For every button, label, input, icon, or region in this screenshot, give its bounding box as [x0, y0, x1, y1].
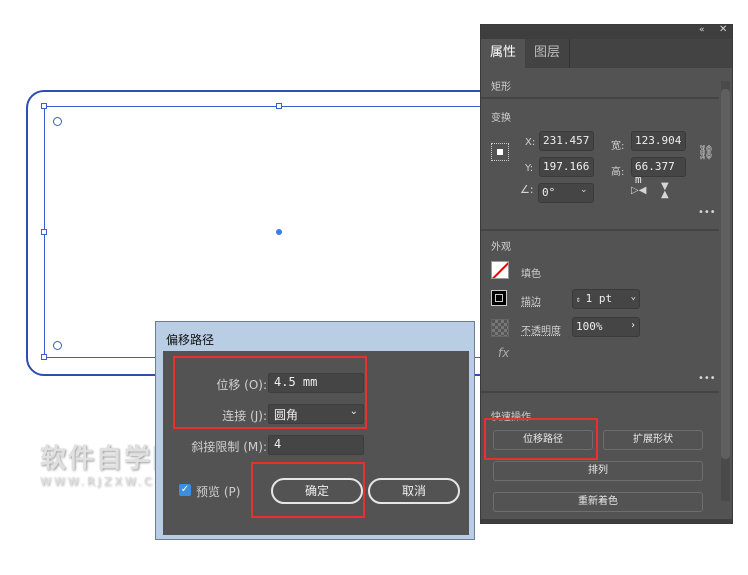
fill-label: 填色 [521, 269, 541, 280]
panel-header: « ✕ [481, 24, 732, 39]
appearance-title: 外观 [491, 242, 511, 253]
corner-widget-icon[interactable] [53, 117, 62, 126]
flip-horizontal-icon[interactable]: ▷◀ [631, 185, 646, 196]
highlight-box [173, 356, 367, 429]
y-label: Y: [525, 163, 534, 174]
highlight-box [484, 418, 598, 460]
opacity-icon [491, 319, 509, 337]
arrange-button[interactable]: 排列 [493, 461, 703, 481]
cancel-button[interactable]: 取消 [368, 478, 460, 504]
chevron-down-icon[interactable]: ⌄ [631, 292, 636, 302]
chevron-right-icon: › [629, 320, 636, 331]
resize-grip[interactable] [481, 519, 732, 523]
handle-top-middle[interactable] [276, 103, 282, 109]
expand-shape-button[interactable]: 扩展形状 [603, 430, 703, 450]
fill-swatch-none[interactable] [491, 261, 509, 279]
collapse-icon[interactable]: « [699, 25, 705, 35]
stroke-swatch[interactable] [491, 290, 507, 306]
more-options-icon[interactable]: ••• [698, 207, 716, 218]
object-type: 矩形 [491, 82, 511, 93]
width-field[interactable]: 123.904 [631, 131, 686, 151]
scrollbar[interactable] [721, 81, 730, 501]
close-icon[interactable]: ✕ [719, 24, 727, 35]
preview-checkbox[interactable]: ✓ [179, 484, 191, 496]
opacity-label[interactable]: 不透明度 [521, 322, 561, 337]
angle-icon: ∠: [520, 183, 534, 196]
stroke-weight-field[interactable]: ⇕ 1 pt ⌄ [572, 289, 640, 309]
x-field[interactable]: 231.457 [539, 131, 594, 151]
link-icon[interactable]: ⛓ [697, 145, 715, 161]
stroke-label[interactable]: 描边 [521, 293, 541, 308]
recolor-button[interactable]: 重新着色 [493, 492, 703, 512]
height-field[interactable]: 66.377 m [631, 157, 686, 186]
transform-title: 变换 [491, 113, 511, 124]
miter-limit-field[interactable]: 4 [268, 435, 364, 455]
fx-icon[interactable]: fx [498, 346, 509, 360]
more-options-icon[interactable]: ••• [698, 373, 716, 384]
tab-layers[interactable]: 图层 [525, 39, 570, 68]
highlight-box [251, 462, 365, 518]
handle-bottom-left[interactable] [41, 354, 47, 360]
chevron-down-icon[interactable]: ⌄ [580, 185, 588, 195]
corner-widget-icon[interactable] [53, 341, 62, 350]
preview-label: 预览 (P) [196, 485, 241, 499]
handle-top-left[interactable] [41, 103, 47, 109]
flip-vertical-icon[interactable]: ▼ ▲ [661, 182, 669, 200]
opacity-field[interactable]: 100% › [572, 317, 640, 337]
dialog-title: 偏移路径 [166, 333, 215, 347]
height-label: 高: [611, 167, 625, 178]
width-label: 宽: [611, 141, 625, 152]
miter-limit-label: 斜接限制 (M): [191, 440, 267, 454]
reference-point-icon[interactable] [491, 143, 509, 161]
center-point [276, 229, 282, 235]
x-label: X: [525, 137, 536, 148]
tab-properties[interactable]: 属性 [481, 39, 525, 69]
y-field[interactable]: 197.166 [539, 157, 594, 177]
handle-middle-left[interactable] [41, 229, 47, 235]
